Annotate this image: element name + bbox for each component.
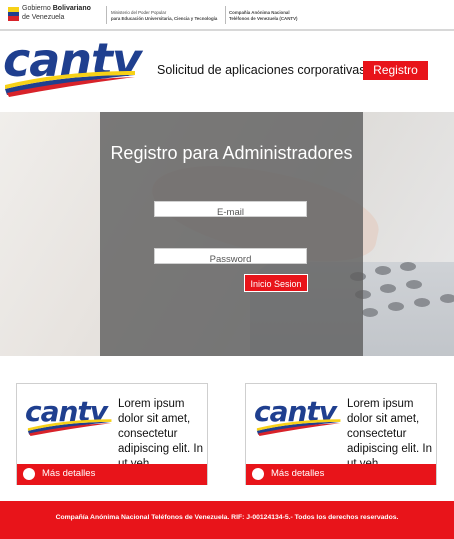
logo-swoosh-icon <box>27 419 112 436</box>
email-field[interactable] <box>154 201 307 220</box>
company-line-2: Teléfonos de Venezuela (CANTV) <box>229 16 298 21</box>
site-header: cantv Solicitud de aplicaciones corporat… <box>0 31 454 109</box>
more-details-link[interactable]: Más detalles <box>246 464 436 485</box>
password-field[interactable] <box>154 248 307 267</box>
venezuela-flag-icon <box>8 7 19 21</box>
more-details-link[interactable]: Más detalles <box>17 464 207 485</box>
ministry-line-2: para Educación Universitaria, Ciencia y … <box>111 16 218 21</box>
divider <box>106 6 107 24</box>
register-button[interactable]: Registro <box>363 61 428 80</box>
login-button[interactable]: Inicio Sesion <box>244 274 308 292</box>
card-description: Lorem ipsum dolor sit amet, consectetur … <box>347 398 433 470</box>
divider <box>225 6 226 24</box>
password-input[interactable] <box>155 252 306 267</box>
hero-banner: Registro para Administradores Inicio Ses… <box>0 112 454 356</box>
more-details-label: Más detalles <box>271 468 325 479</box>
government-name: Gobierno Bolivariano <box>22 5 91 12</box>
company-line-1: Compañía Anónima Nacional <box>229 10 290 15</box>
government-banner: Gobierno Bolivariano de Venezuela Minist… <box>0 0 454 31</box>
footer-copyright: Compañía Anónima Nacional Teléfonos de V… <box>55 514 399 521</box>
login-title: Registro para Administradores <box>110 143 353 163</box>
page-title: Solicitud de aplicaciones corporativas <box>157 63 366 77</box>
cantv-logo[interactable]: cantv <box>3 37 142 97</box>
site-footer: Compañía Anónima Nacional Teléfonos de V… <box>0 501 454 539</box>
card-description: Lorem ipsum dolor sit amet, consectetur … <box>118 398 204 470</box>
ministry-line-1: Ministerio del Poder Popular <box>111 10 167 15</box>
bullet-icon <box>252 468 264 480</box>
more-details-label: Más detalles <box>42 468 96 479</box>
cantv-logo: cantv <box>254 398 344 438</box>
email-input[interactable] <box>155 205 306 220</box>
bullet-icon <box>23 468 35 480</box>
cantv-logo: cantv <box>25 398 115 438</box>
government-country: de Venezuela <box>22 14 65 21</box>
logo-swoosh-icon <box>256 419 341 436</box>
login-panel: Registro para Administradores Inicio Ses… <box>100 112 363 356</box>
logo-swoosh-icon <box>5 71 135 97</box>
info-card: cantv Lorem ipsum dolor sit amet, consec… <box>245 383 437 485</box>
info-card: cantv Lorem ipsum dolor sit amet, consec… <box>16 383 208 485</box>
